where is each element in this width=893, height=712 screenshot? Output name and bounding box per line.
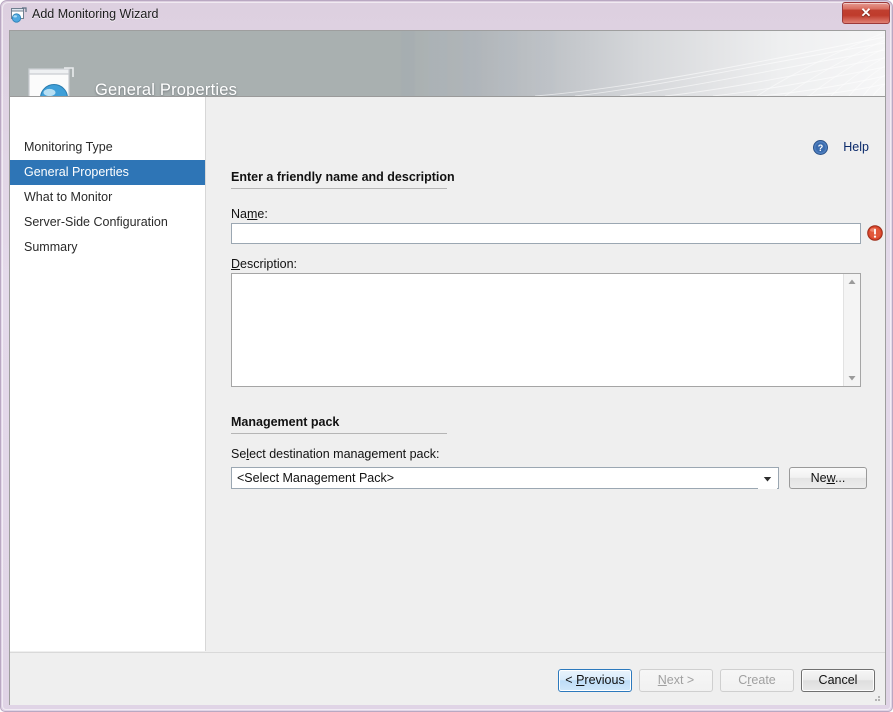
section-heading-friendly-name: Enter a friendly name and description	[231, 170, 455, 184]
banner-mesh-decor	[505, 31, 885, 96]
help-link[interactable]: Help	[843, 140, 869, 154]
page-sphere-icon	[27, 67, 85, 97]
new-management-pack-button[interactable]: New...	[789, 467, 867, 489]
sidebar-item-server-side-configuration[interactable]: Server-Side Configuration	[10, 210, 205, 235]
wizard-document-sphere-icon	[10, 7, 27, 23]
cancel-button[interactable]: Cancel	[801, 669, 875, 692]
create-button[interactable]: Create	[720, 669, 794, 692]
wizard-step-sidebar: Monitoring Type General Properties What …	[10, 97, 206, 651]
management-pack-combobox-value: <Select Management Pack>	[237, 471, 394, 485]
resize-grip-icon[interactable]	[870, 691, 882, 703]
window-title: Add Monitoring Wizard	[32, 7, 158, 21]
description-label: Description:	[231, 257, 297, 271]
next-button[interactable]: Next >	[639, 669, 713, 692]
wizard-banner: General Properties	[10, 31, 885, 97]
select-management-pack-label: Select destination management pack:	[231, 447, 439, 461]
scroll-down-arrow-icon[interactable]	[844, 370, 860, 386]
description-textarea[interactable]	[232, 274, 845, 386]
main-content-pane: ? Help Enter a friendly name and descrip…	[206, 97, 885, 651]
section-rule-friendly-name	[231, 188, 447, 189]
sidebar-item-general-properties[interactable]: General Properties	[10, 160, 205, 185]
wizard-footer: < Previous Next > Create Cancel	[10, 652, 885, 705]
scroll-up-arrow-icon[interactable]	[844, 274, 860, 290]
chevron-down-icon[interactable]	[758, 469, 777, 489]
sidebar-item-summary[interactable]: Summary	[10, 235, 205, 260]
error-exclamation-icon	[867, 225, 883, 241]
sidebar-item-monitoring-type[interactable]: Monitoring Type	[10, 135, 205, 160]
description-textarea-wrap	[231, 273, 861, 387]
section-heading-management-pack: Management pack	[231, 415, 339, 429]
management-pack-combobox[interactable]: <Select Management Pack>	[231, 467, 779, 489]
description-scrollbar[interactable]	[843, 274, 860, 386]
title-bar[interactable]: Add Monitoring Wizard ✕	[1, 1, 893, 30]
client-area: General Properties Monitoring Type Gener…	[9, 30, 886, 705]
sidebar-item-what-to-monitor[interactable]: What to Monitor	[10, 185, 205, 210]
help-question-icon[interactable]: ?	[813, 140, 828, 155]
banner-title: General Properties	[95, 81, 237, 97]
wizard-window: Add Monitoring Wizard ✕	[0, 0, 893, 712]
previous-button[interactable]: < Previous	[558, 669, 632, 692]
name-label: Name:	[231, 207, 268, 221]
svg-text:?: ?	[818, 143, 824, 153]
close-button[interactable]: ✕	[842, 2, 890, 24]
section-rule-management-pack	[231, 433, 447, 434]
name-input[interactable]	[231, 223, 861, 244]
